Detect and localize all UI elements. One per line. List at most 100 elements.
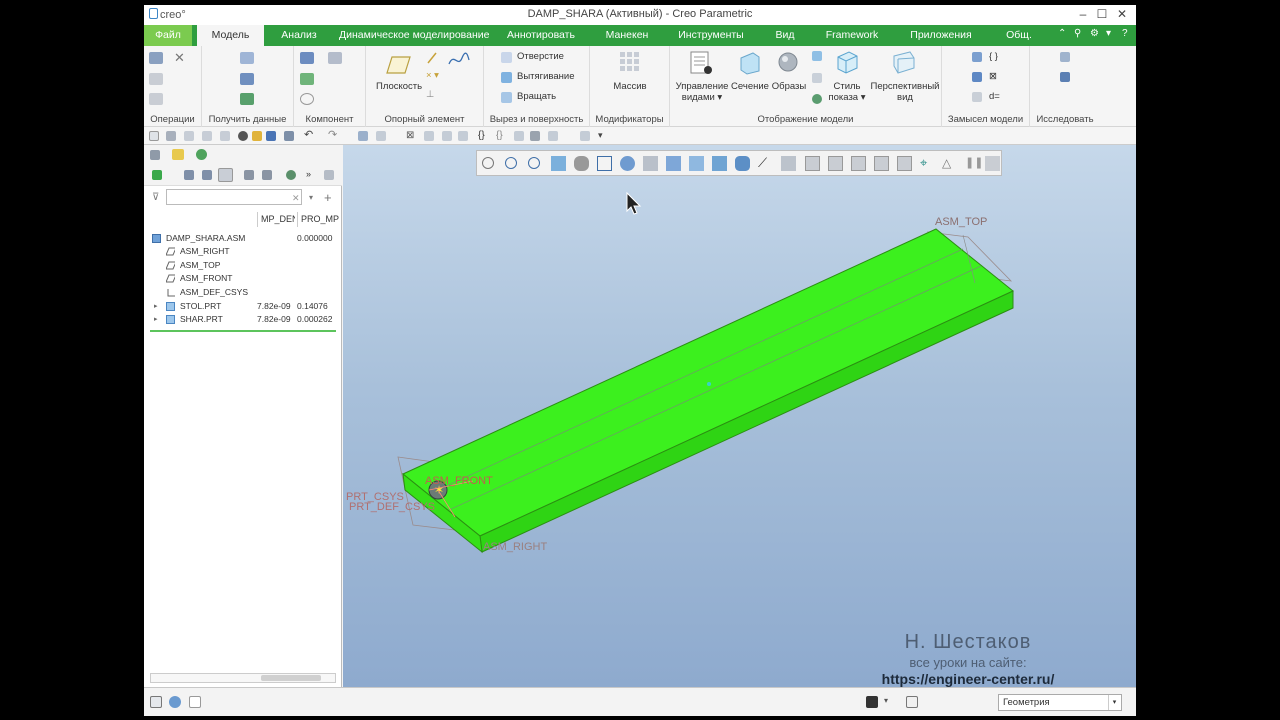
open-folder-icon[interactable] [266, 131, 276, 141]
relations-icon[interactable]: { } [989, 51, 998, 62]
appearances-icon[interactable] [777, 51, 799, 73]
layout-icon[interactable] [972, 52, 982, 62]
tree-row-asm-def-csys[interactable]: ASM_DEF_CSYS [144, 286, 342, 299]
tab-view[interactable]: Вид [770, 25, 800, 46]
dimension-icon[interactable]: d= [989, 91, 1000, 102]
tag-display-icon[interactable] [874, 156, 889, 171]
extrude-button[interactable]: Вытягивание [517, 71, 575, 82]
clear-search-icon[interactable]: ✕ [292, 193, 300, 204]
tree-tools-icon[interactable] [286, 170, 296, 180]
customize-qat-icon[interactable]: ▾ [598, 131, 608, 141]
delete-icon[interactable]: ✕ [174, 51, 185, 64]
tree-search-input[interactable] [166, 189, 302, 205]
paste-icon[interactable] [149, 93, 163, 105]
full-screen-icon[interactable] [189, 696, 201, 708]
prt-def-csys-label[interactable]: PRT_DEF_CSYS [349, 501, 435, 513]
windows-icon[interactable] [376, 131, 386, 141]
select-icon[interactable] [166, 131, 176, 141]
tab-analysis[interactable]: Анализ [274, 25, 324, 46]
open-icon[interactable] [252, 131, 262, 141]
maximize-button[interactable]: ☐ [1091, 6, 1113, 24]
braces-icon[interactable]: {} [478, 131, 488, 141]
measure-icon[interactable] [548, 131, 558, 141]
tree-row-assembly[interactable]: DAMP_SHARA.ASM 0.000000 [144, 232, 342, 245]
plane-display-icon[interactable]: ⟋ [758, 156, 773, 171]
save-icon[interactable] [284, 131, 294, 141]
axis-display-icon[interactable] [781, 156, 796, 171]
pattern-button[interactable]: Массив [590, 81, 670, 92]
search-icon[interactable]: ⚲ [1074, 28, 1081, 39]
annotation-display-icon[interactable]: △ [942, 156, 957, 171]
zoom-out-icon[interactable] [528, 157, 540, 169]
tab-apps[interactable]: Приложения [906, 25, 976, 46]
new-icon[interactable] [149, 131, 159, 141]
spin-display-icon[interactable] [851, 156, 866, 171]
preview-icon[interactable] [530, 131, 540, 141]
point-display-icon[interactable] [805, 156, 820, 171]
perspective-button[interactable]: Перспективный вид [870, 81, 940, 103]
copy-icon[interactable] [149, 73, 163, 85]
model-player-icon[interactable] [1060, 52, 1070, 62]
redo-icon[interactable]: ↷ [328, 130, 338, 141]
sketch-settings-icon[interactable] [458, 131, 468, 141]
chevron-down-icon[interactable]: ▾ [1108, 695, 1120, 710]
revolve-button[interactable]: Вращать [517, 91, 556, 102]
close-window-icon[interactable]: ⊠ [406, 131, 416, 141]
browser-toggle-icon[interactable] [169, 696, 181, 708]
dropdown-icon[interactable]: ▾ [1106, 28, 1111, 39]
tab-dynamic[interactable]: Динамическое моделирование [339, 25, 490, 46]
tab-framework[interactable]: Framework [822, 25, 882, 46]
regenerate-icon[interactable] [149, 52, 163, 64]
perspective-icon[interactable] [892, 50, 916, 74]
tab-manikin[interactable]: Манекен [602, 25, 652, 46]
display-style-small-icon[interactable] [574, 156, 589, 171]
expand-icon[interactable]: ▸ [154, 300, 158, 313]
tree-row-asm-top[interactable]: ASM_TOP [144, 259, 342, 272]
navigator-toggle-icon[interactable] [150, 696, 162, 708]
datum-filter-icon[interactable] [897, 156, 912, 171]
refit-icon[interactable] [812, 73, 822, 83]
refit-icon[interactable] [482, 157, 494, 169]
plane-icon[interactable] [386, 54, 412, 76]
help-icon[interactable]: ? [1122, 28, 1128, 39]
close-button[interactable]: ✕ [1111, 6, 1133, 24]
find-dropdown-icon[interactable]: ▾ [884, 696, 888, 705]
undo-icon[interactable]: ↶ [304, 130, 314, 141]
revolve-icon[interactable] [501, 92, 512, 103]
csys-display-icon[interactable] [828, 156, 843, 171]
tree-insert-indicator[interactable] [150, 330, 336, 332]
tree-settings-icon[interactable] [262, 170, 272, 180]
drag-components-icon[interactable] [300, 93, 314, 105]
tree-show-icon[interactable] [152, 170, 162, 180]
manage-views-button[interactable]: Управление видами ▾ [672, 81, 732, 103]
tree-row-shar[interactable]: ▸ SHAR.PRT 7.82e-09 0.000262 [144, 313, 342, 326]
asm-right-label[interactable]: ASM_RIGHT [483, 541, 547, 553]
copy-geometry-icon[interactable] [240, 73, 254, 85]
axis-icon[interactable] [426, 51, 438, 65]
pause-icon[interactable]: ❚❚ [965, 156, 983, 171]
reference-viewer-icon[interactable] [1060, 72, 1070, 82]
settings-icon[interactable]: ⚙ [1090, 28, 1099, 39]
next-icon[interactable] [985, 156, 1000, 171]
favorites-tab-icon[interactable] [196, 149, 207, 160]
ribbon-collapse-icon[interactable]: ⌃ [1058, 28, 1066, 39]
tab-file[interactable]: Файл [144, 25, 192, 46]
section-icon[interactable] [738, 51, 762, 75]
csys-icon[interactable]: ⊥ [426, 89, 434, 100]
saved-views-icon[interactable] [597, 156, 612, 171]
asm-front-label[interactable]: ASM_FRONT [425, 475, 493, 487]
plane-button[interactable]: Плоскость [376, 81, 422, 92]
select-by-icon[interactable] [424, 131, 434, 141]
repaint-icon[interactable] [551, 156, 566, 171]
saved-orientations-icon[interactable] [812, 51, 822, 61]
tab-annotate[interactable]: Аннотировать [503, 25, 579, 46]
expand-icon[interactable]: ▸ [154, 313, 158, 326]
section-button[interactable]: Сечение [728, 81, 772, 92]
scrollbar-thumb[interactable] [261, 675, 321, 681]
display-settings-icon[interactable] [812, 94, 822, 104]
tree-list-icon[interactable] [184, 170, 194, 180]
selected-items-icon[interactable] [906, 696, 918, 708]
parameters-icon[interactable] [972, 92, 982, 102]
tree-row-asm-right[interactable]: ASM_RIGHT [144, 245, 342, 258]
appearance-small-icon[interactable] [735, 156, 750, 171]
